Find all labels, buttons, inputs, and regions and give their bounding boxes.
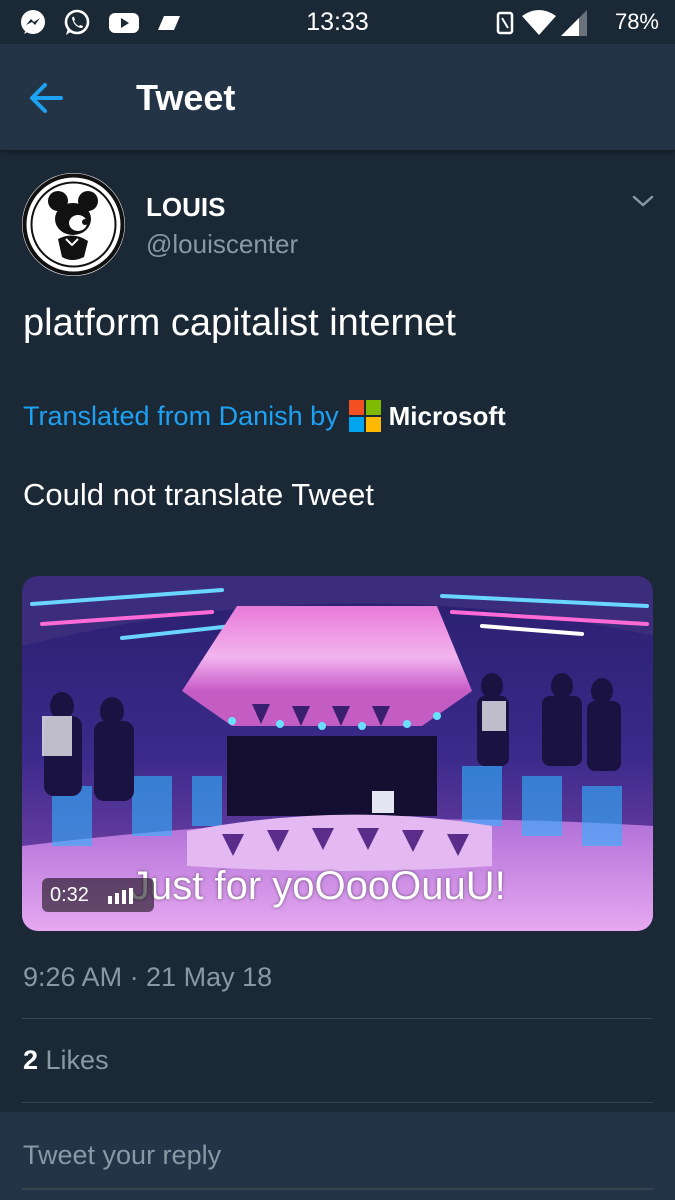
tweet-timestamp: 9:26 AM · 21 May 18	[23, 962, 273, 992]
author-handle[interactable]: @louiscenter	[146, 229, 298, 260]
likes-link[interactable]: 2 Likes	[23, 1045, 109, 1076]
reply-input[interactable]: Tweet your reply	[23, 1140, 643, 1171]
volume-icon[interactable]	[108, 886, 144, 906]
divider	[22, 1018, 653, 1019]
likes-count: 2	[23, 1045, 39, 1075]
divider	[22, 1102, 653, 1103]
microsoft-logo-icon	[348, 400, 381, 432]
status-bar: 13:33 78%	[0, 0, 675, 44]
signal-icon	[561, 10, 587, 36]
vibrate-icon	[496, 11, 514, 35]
translated-label[interactable]: Translated from Danish by	[23, 401, 339, 432]
video-caption: Just for yoOooOuuU!	[130, 864, 506, 908]
video-duration-badge: 0:32	[42, 878, 154, 912]
tweet-text: platform capitalist internet	[23, 302, 456, 344]
tweet-options-button[interactable]	[628, 186, 658, 216]
app-header: Tweet	[0, 44, 675, 150]
likes-label: Likes	[38, 1045, 109, 1075]
page-title: Tweet	[136, 77, 236, 118]
translator-name: Microsoft	[388, 400, 506, 431]
status-bar-right-icons: 78%	[483, 8, 663, 38]
avatar[interactable]	[22, 173, 125, 276]
chevron-down-icon	[632, 195, 654, 207]
author-name[interactable]: LOUIS	[146, 192, 225, 223]
translation-attribution[interactable]: Translated from Danish by Microsoft	[23, 398, 506, 434]
video-player[interactable]: Just for yoOooOuuU! 0:32	[22, 576, 653, 931]
translation-status: Could not translate Tweet	[23, 477, 374, 512]
wifi-icon	[522, 10, 556, 35]
arrow-left-icon	[30, 83, 63, 113]
back-button[interactable]	[22, 73, 72, 123]
reply-underline	[22, 1188, 653, 1190]
avatar-image	[22, 173, 125, 276]
video-duration: 0:32	[50, 884, 89, 906]
battery-level: 78%	[614, 9, 659, 34]
